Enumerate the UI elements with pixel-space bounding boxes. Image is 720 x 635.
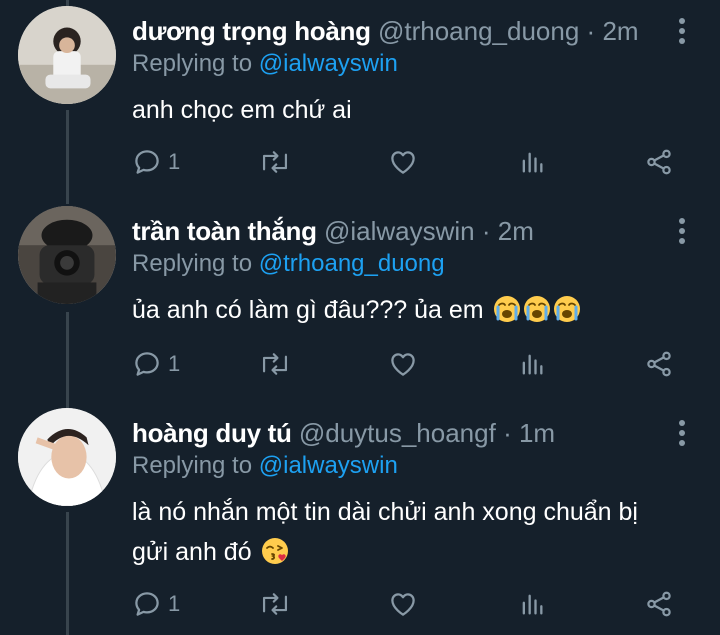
action-bar: 1 bbox=[132, 144, 692, 180]
display-name[interactable]: dương trọng hoàng bbox=[132, 16, 371, 46]
replying-label: Replying to bbox=[132, 452, 253, 479]
timestamp[interactable]: 1m bbox=[519, 418, 555, 448]
analytics-icon bbox=[518, 349, 546, 379]
replying-to: Replying to @ialwayswin bbox=[132, 450, 398, 482]
action-bar: 1 bbox=[132, 586, 692, 622]
reply-count: 1 bbox=[168, 351, 181, 376]
tweet-header: hoàng duy tú @duytus_hoangf · 1m bbox=[132, 416, 555, 450]
replying-label: Replying to bbox=[132, 50, 253, 77]
tweet-text-line: anh chọc em chứ ai bbox=[132, 96, 352, 124]
tweet-text-continuation: gửi anh đó bbox=[132, 538, 252, 566]
tweet[interactable]: hoàng duy tú @duytus_hoangf · 1m Replyin… bbox=[0, 402, 720, 635]
face-blowing-a-kiss-icon bbox=[261, 537, 289, 565]
mention-link[interactable]: @ialwayswin bbox=[259, 50, 398, 77]
retweet-icon bbox=[258, 589, 292, 619]
replying-to: Replying to @ialwayswin bbox=[132, 48, 398, 80]
tweet-text: ủa anh có làm gì đâu??? ủa em bbox=[132, 290, 692, 330]
heart-icon bbox=[388, 589, 418, 619]
reply-button[interactable]: 1 bbox=[132, 586, 180, 622]
reply-count: 1 bbox=[168, 149, 181, 174]
reply-button[interactable]: 1 bbox=[132, 346, 180, 382]
like-button[interactable] bbox=[388, 144, 418, 180]
tweet[interactable]: trần toàn thắng @ialwayswin · 2m Replyin… bbox=[0, 200, 720, 400]
user-handle[interactable]: @ialwayswin bbox=[324, 216, 475, 246]
tweet-text-line: là nó nhắn một tin dài chửi anh xong chu… bbox=[132, 498, 638, 526]
share-icon bbox=[644, 589, 674, 619]
more-options-icon[interactable] bbox=[672, 214, 692, 248]
reply-icon bbox=[132, 147, 162, 177]
tweet-header: trần toàn thắng @ialwayswin · 2m bbox=[132, 214, 534, 248]
share-icon bbox=[644, 349, 674, 379]
avatar[interactable] bbox=[18, 6, 116, 104]
heart-icon bbox=[388, 147, 418, 177]
heart-icon bbox=[388, 349, 418, 379]
tweet-text: là nó nhắn một tin dài chửi anh xong chu… bbox=[132, 492, 692, 572]
mention-link[interactable]: @ialwayswin bbox=[259, 452, 398, 479]
replying-label: Replying to bbox=[132, 250, 253, 277]
loudly-crying-face-icon bbox=[553, 295, 581, 323]
replying-to: Replying to @trhoang_duong bbox=[132, 248, 445, 280]
retweet-button[interactable] bbox=[258, 346, 292, 382]
analytics-icon bbox=[518, 147, 546, 177]
analytics-button[interactable] bbox=[518, 586, 546, 622]
separator: · bbox=[503, 418, 512, 448]
like-button[interactable] bbox=[388, 586, 418, 622]
avatar[interactable] bbox=[18, 206, 116, 304]
more-options-icon[interactable] bbox=[672, 14, 692, 48]
separator: · bbox=[586, 16, 596, 46]
reply-button[interactable]: 1 bbox=[132, 144, 180, 180]
share-button[interactable] bbox=[644, 346, 674, 382]
like-button[interactable] bbox=[388, 346, 418, 382]
display-name[interactable]: hoàng duy tú bbox=[132, 418, 292, 448]
tweet-text: anh chọc em chứ ai bbox=[132, 90, 692, 130]
display-name[interactable]: trần toàn thắng bbox=[132, 216, 317, 246]
share-icon bbox=[644, 147, 674, 177]
retweet-icon bbox=[258, 349, 292, 379]
user-handle[interactable]: @duytus_hoangf bbox=[299, 418, 496, 448]
tweet-text-line-2: gửi anh đó bbox=[132, 532, 692, 572]
retweet-button[interactable] bbox=[258, 144, 292, 180]
analytics-button[interactable] bbox=[518, 144, 546, 180]
share-button[interactable] bbox=[644, 586, 674, 622]
reply-count: 1 bbox=[168, 591, 181, 616]
loudly-crying-face-icon bbox=[523, 295, 551, 323]
more-options-icon[interactable] bbox=[672, 416, 692, 450]
tweet-header: dương trọng hoàng @trhoang_duong · 2m bbox=[132, 14, 639, 48]
analytics-icon bbox=[518, 589, 546, 619]
separator: · bbox=[481, 216, 491, 246]
tweet-text-line: ủa anh có làm gì đâu??? ủa em bbox=[132, 296, 484, 324]
analytics-button[interactable] bbox=[518, 346, 546, 382]
share-button[interactable] bbox=[644, 144, 674, 180]
timestamp[interactable]: 2m bbox=[602, 16, 638, 46]
avatar[interactable] bbox=[18, 408, 116, 506]
action-bar: 1 bbox=[132, 346, 692, 382]
loudly-crying-face-icon bbox=[493, 295, 521, 323]
mention-link[interactable]: @trhoang_duong bbox=[259, 250, 445, 277]
retweet-icon bbox=[258, 147, 292, 177]
reply-icon bbox=[132, 349, 162, 379]
user-handle[interactable]: @trhoang_duong bbox=[378, 16, 579, 46]
reply-icon bbox=[132, 589, 162, 619]
retweet-button[interactable] bbox=[258, 586, 292, 622]
timestamp[interactable]: 2m bbox=[498, 216, 534, 246]
tweet[interactable]: dương trọng hoàng @trhoang_duong · 2m Re… bbox=[0, 0, 720, 200]
